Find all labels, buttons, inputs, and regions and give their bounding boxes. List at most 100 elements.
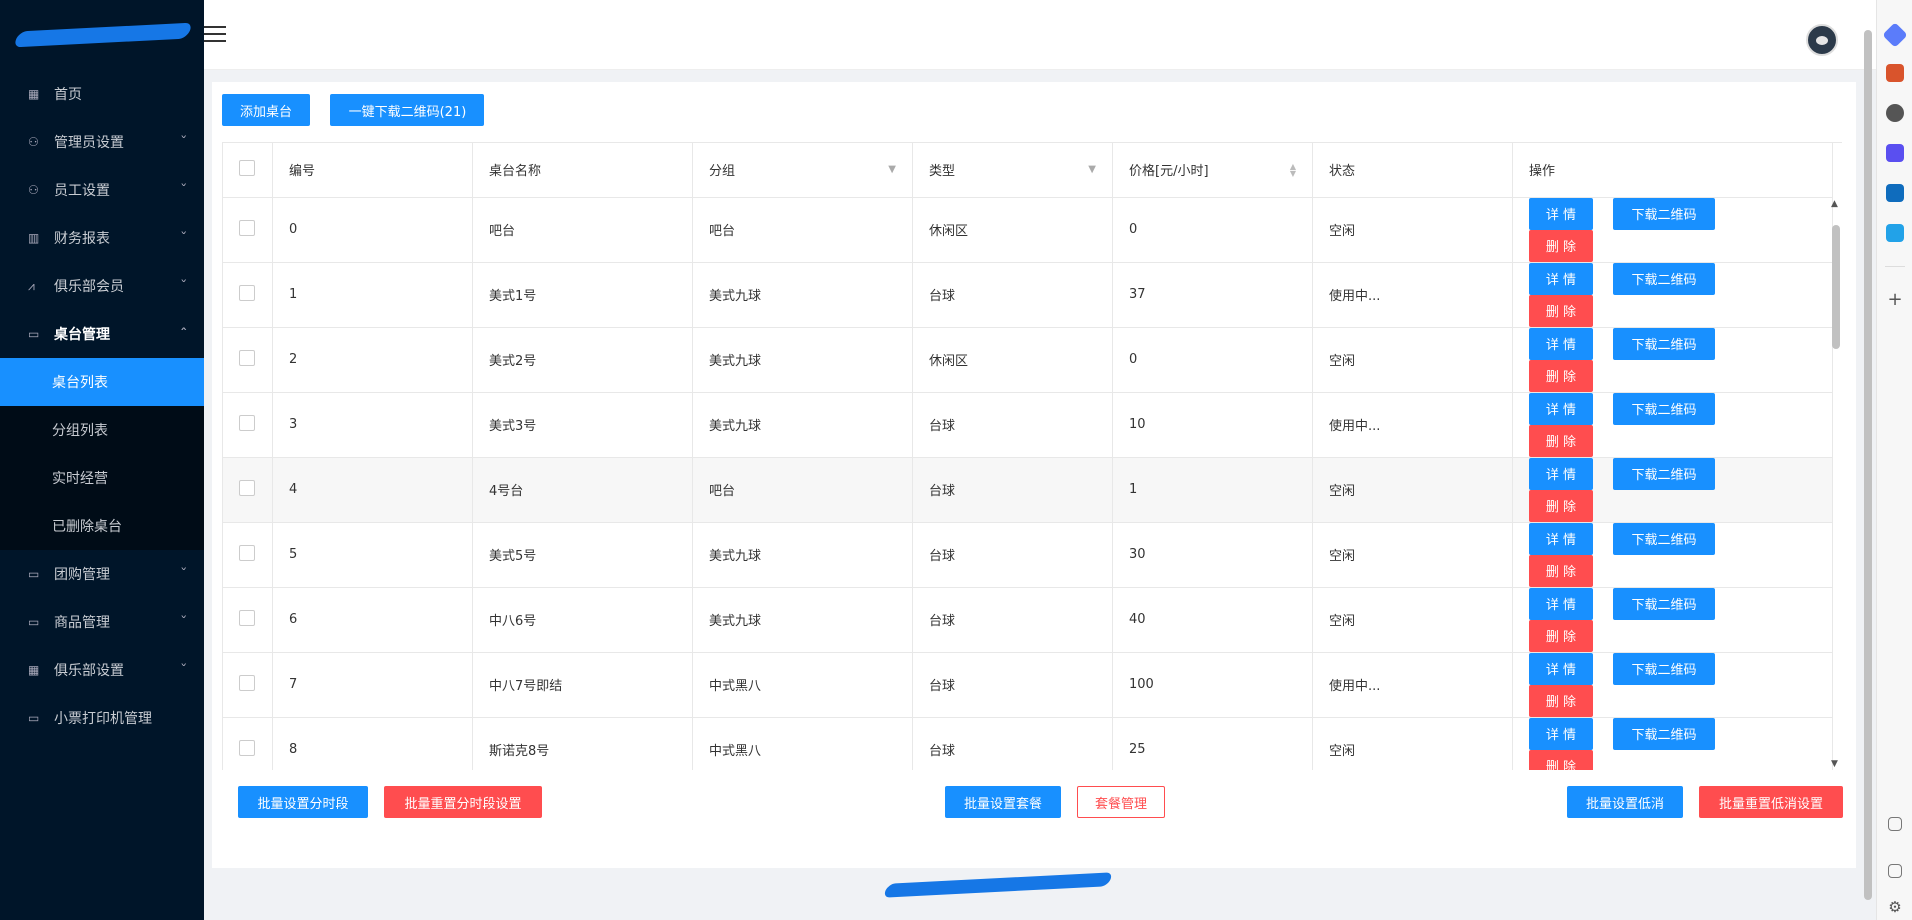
download-qr-button[interactable]: 下载二维码: [1613, 587, 1715, 620]
row-checkbox[interactable]: [239, 739, 255, 756]
download-all-qr-button[interactable]: 一键下载二维码(21): [330, 94, 485, 126]
row-checkbox[interactable]: [239, 349, 255, 366]
row-select-cell[interactable]: [222, 652, 273, 718]
download-qr-button[interactable]: 下载二维码: [1613, 652, 1715, 685]
batch-reset-min-consume-button[interactable]: 批量重置低消设置: [1699, 786, 1843, 818]
table-row: 3 美式3号 美式九球 台球 10 使用中... 详 情下载二维码删 除: [222, 392, 1833, 458]
row-checkbox[interactable]: [239, 219, 255, 236]
drop-icon[interactable]: [1886, 224, 1904, 242]
batch-package-button[interactable]: 批量设置套餐: [945, 786, 1061, 818]
delete-button[interactable]: 删 除: [1529, 554, 1593, 587]
cell-price: 0: [1112, 327, 1313, 393]
tag-icon[interactable]: [1882, 22, 1908, 48]
scroll-down-icon[interactable]: ▼: [1831, 759, 1838, 769]
row-select-cell[interactable]: [222, 522, 273, 588]
sort-icon[interactable]: ▲ ▼: [1290, 162, 1296, 177]
detail-button[interactable]: 详 情: [1529, 652, 1593, 685]
cell-id: 5: [272, 522, 473, 588]
delete-button[interactable]: 删 除: [1529, 619, 1593, 652]
detail-button[interactable]: 详 情: [1529, 197, 1593, 230]
settings-gear-icon[interactable]: ⚙: [1886, 898, 1904, 916]
row-checkbox[interactable]: [239, 479, 255, 496]
delete-button[interactable]: 删 除: [1529, 684, 1593, 717]
header-type[interactable]: 类型 ▼: [912, 143, 1113, 198]
header-price[interactable]: 价格[元/小时] ▲ ▼: [1112, 143, 1313, 198]
screenshot-icon[interactable]: [1888, 817, 1902, 831]
row-select-cell[interactable]: [222, 197, 273, 263]
sidebar-item[interactable]: ▭ 小票打印机管理: [0, 694, 204, 742]
scroll-up-icon[interactable]: ▲: [1831, 199, 1838, 209]
add-table-button[interactable]: 添加桌台: [222, 94, 310, 126]
delete-button[interactable]: 删 除: [1529, 489, 1593, 522]
table-scrollbar-thumb[interactable]: [1832, 225, 1840, 349]
cell-name: 中八7号即结: [472, 652, 693, 718]
download-qr-button[interactable]: 下载二维码: [1613, 262, 1715, 295]
header-group[interactable]: 分组 ▼: [692, 143, 913, 198]
menu-toggle-icon[interactable]: [204, 26, 226, 42]
sidebar-subitem[interactable]: 桌台列表: [0, 358, 204, 406]
batch-reset-time-slot-button[interactable]: 批量重置分时段设置: [384, 786, 542, 818]
download-qr-button[interactable]: 下载二维码: [1613, 717, 1715, 750]
page-scrollbar-thumb[interactable]: [1864, 30, 1872, 900]
toolbox-icon[interactable]: [1886, 64, 1904, 82]
detail-button[interactable]: 详 情: [1529, 717, 1593, 750]
page-scrollbar[interactable]: [1862, 10, 1874, 915]
batch-min-consume-button[interactable]: 批量设置低消: [1567, 786, 1683, 818]
detail-button[interactable]: 详 情: [1529, 457, 1593, 490]
download-qr-button[interactable]: 下载二维码: [1613, 197, 1715, 230]
detail-button[interactable]: 详 情: [1529, 327, 1593, 360]
dashboard-icon: ▦: [28, 663, 40, 677]
user-avatar[interactable]: [1806, 24, 1838, 56]
delete-button[interactable]: 删 除: [1529, 229, 1593, 262]
filter-icon[interactable]: ▼: [888, 164, 896, 175]
panel-icon[interactable]: [1888, 864, 1902, 878]
sidebar-subitem[interactable]: 实时经营: [0, 454, 204, 502]
sidebar-item[interactable]: ▦ 俱乐部设置 ˅: [0, 646, 204, 694]
package-manage-button[interactable]: 套餐管理: [1077, 786, 1165, 818]
select-all-checkbox[interactable]: [239, 159, 255, 176]
table-scrollbar[interactable]: ▲ ▼: [1830, 197, 1842, 770]
row-select-cell[interactable]: [222, 717, 273, 770]
row-select-cell[interactable]: [222, 392, 273, 458]
delete-button[interactable]: 删 除: [1529, 294, 1593, 327]
sidebar-item[interactable]: ⚇ 员工设置 ˅: [0, 166, 204, 214]
row-select-cell[interactable]: [222, 587, 273, 653]
sidebar-item[interactable]: ▭ 桌台管理 ˄: [0, 310, 204, 358]
add-icon[interactable]: +: [1886, 289, 1904, 310]
filter-icon[interactable]: ▼: [1088, 164, 1096, 175]
delete-button[interactable]: 删 除: [1529, 359, 1593, 392]
row-select-cell[interactable]: [222, 262, 273, 328]
line-chart-icon: ⩘: [28, 278, 35, 293]
detail-button[interactable]: 详 情: [1529, 262, 1593, 295]
delete-button[interactable]: 删 除: [1529, 424, 1593, 457]
download-qr-button[interactable]: 下载二维码: [1613, 457, 1715, 490]
detail-button[interactable]: 详 情: [1529, 522, 1593, 555]
header-select-all[interactable]: [222, 143, 273, 198]
row-checkbox[interactable]: [239, 609, 255, 626]
outlook-icon[interactable]: [1886, 184, 1904, 202]
download-qr-button[interactable]: 下载二维码: [1613, 327, 1715, 360]
delete-button[interactable]: 删 除: [1529, 749, 1593, 770]
row-checkbox[interactable]: [239, 284, 255, 301]
copilot-icon[interactable]: [1886, 144, 1904, 162]
batch-time-slot-button[interactable]: 批量设置分时段: [238, 786, 368, 818]
detail-button[interactable]: 详 情: [1529, 587, 1593, 620]
sidebar-subitem[interactable]: 分组列表: [0, 406, 204, 454]
sidebar-subitem[interactable]: 已删除桌台: [0, 502, 204, 550]
row-checkbox[interactable]: [239, 674, 255, 691]
sidebar-item[interactable]: ▥ 财务报表 ˅: [0, 214, 204, 262]
sidebar-item[interactable]: ▦ 首页: [0, 70, 204, 118]
download-qr-button[interactable]: 下载二维码: [1613, 522, 1715, 555]
sidebar-item[interactable]: ▭ 商品管理 ˅: [0, 598, 204, 646]
user-profile-icon[interactable]: [1886, 104, 1904, 122]
detail-button[interactable]: 详 情: [1529, 392, 1593, 425]
sidebar-item[interactable]: ⚇ 管理员设置 ˅: [0, 118, 204, 166]
chevron-down-icon: ˅: [179, 614, 188, 627]
sidebar-item[interactable]: ⩘ 俱乐部会员 ˅: [0, 262, 204, 310]
row-select-cell[interactable]: [222, 327, 273, 393]
row-select-cell[interactable]: [222, 457, 273, 523]
download-qr-button[interactable]: 下载二维码: [1613, 392, 1715, 425]
row-checkbox[interactable]: [239, 414, 255, 431]
sidebar-item[interactable]: ▭ 团购管理 ˅: [0, 550, 204, 598]
row-checkbox[interactable]: [239, 544, 255, 561]
